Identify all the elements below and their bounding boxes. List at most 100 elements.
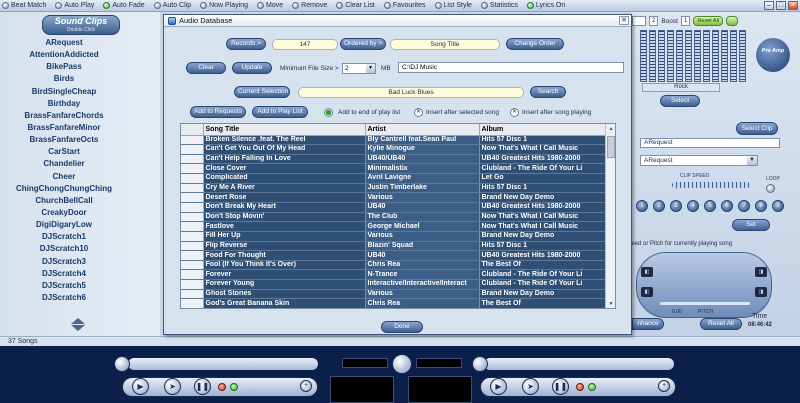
eq-band-slider[interactable] xyxy=(685,30,692,82)
sound-clip-item[interactable]: Birds xyxy=(0,73,128,85)
toolbar-toggle-auto-fade[interactable]: Auto Fade xyxy=(103,2,145,9)
table-scrollbar[interactable]: ▲ ▼ xyxy=(605,124,615,308)
eq-band-slider[interactable] xyxy=(658,30,665,82)
toolbar-toggle-statistics[interactable]: Statistics xyxy=(480,2,518,9)
deck-b-track-bar[interactable] xyxy=(484,358,674,370)
radio-insert-after-playing[interactable]: ✕ xyxy=(510,108,519,117)
row-selector[interactable] xyxy=(181,183,204,194)
eq-band-slider[interactable] xyxy=(676,30,683,82)
toggle-indicator-icon[interactable] xyxy=(2,2,9,9)
change-order-button[interactable]: Change Order xyxy=(506,38,564,50)
deck-b-disc-icon[interactable] xyxy=(472,356,488,372)
eq-band-slider[interactable] xyxy=(712,30,719,82)
deck-a-skip-icon[interactable]: ➤ xyxy=(164,378,181,395)
column-header-song-title[interactable]: Song Title xyxy=(203,124,366,136)
sound-clip-item[interactable]: DJScratch6 xyxy=(0,292,128,304)
min-file-size-select[interactable]: 2 ▼ xyxy=(342,63,376,74)
pitch-left-icon[interactable]: ◧ xyxy=(641,267,653,277)
deck-b-pause-icon[interactable]: ❚❚ xyxy=(552,378,569,395)
clip-slot-button[interactable]: 4 xyxy=(687,200,699,212)
clip-speed-slider[interactable] xyxy=(672,182,750,188)
table-row[interactable]: God's Great Banana Skin Chris Rea The Best… xyxy=(181,298,606,308)
row-selector[interactable] xyxy=(181,298,204,308)
close-icon[interactable]: × xyxy=(788,1,798,10)
clip-slot-button[interactable]: 6 xyxy=(721,200,733,212)
clip-slot-button[interactable]: 5 xyxy=(704,200,716,212)
eq-band-slider[interactable] xyxy=(667,30,674,82)
toolbar-toggle-lyrics-on[interactable]: Lyrics On xyxy=(526,2,565,9)
deck-a-add-icon[interactable]: + xyxy=(300,380,312,392)
toolbar-toggle-favourites[interactable]: Favourites xyxy=(383,2,426,9)
table-row[interactable]: Broken Silence .feat. The Reel Bly Cantre… xyxy=(181,135,606,146)
eq-band-slider[interactable] xyxy=(694,30,701,82)
eq-field[interactable] xyxy=(632,16,646,26)
eq-reset-button[interactable]: Reset All xyxy=(693,16,724,26)
table-row[interactable]: Ghost Stories Various Brand New Day Demo xyxy=(181,289,606,300)
table-row[interactable]: Forever Young Interactive/Interactive/Int… xyxy=(181,279,606,290)
sound-clip-item[interactable]: Cheer xyxy=(0,171,128,183)
select-preset-button[interactable]: Select xyxy=(660,95,700,107)
deck-a-play-icon[interactable]: ▶ xyxy=(132,378,149,395)
sound-clip-item[interactable]: BikePass xyxy=(0,61,128,73)
deck-a-stop-icon[interactable] xyxy=(218,383,226,391)
clip-slot-button[interactable]: 7 xyxy=(738,200,750,212)
crossfader-knob[interactable] xyxy=(392,354,412,374)
toggle-indicator-icon[interactable] xyxy=(383,2,391,9)
sound-clip-item[interactable]: BrassFanfareMinor xyxy=(0,122,128,134)
radio-insert-after-selected[interactable]: ✕ xyxy=(414,108,423,117)
row-selector[interactable] xyxy=(181,144,204,155)
deck-b-play-icon[interactable]: ▶ xyxy=(490,378,507,395)
sound-clip-item[interactable]: BirdSingleCheap xyxy=(0,86,128,98)
sound-clip-item[interactable]: ChingChongChungChing xyxy=(0,183,128,195)
table-row[interactable]: Don't Stop Movin' The Club Now That's What… xyxy=(181,212,606,223)
clip-slot-button[interactable]: 9 xyxy=(772,200,784,212)
search-button[interactable]: Search xyxy=(530,86,566,98)
set-button[interactable]: Set xyxy=(732,219,770,231)
scroll-thumb[interactable] xyxy=(607,136,615,158)
eq-band-slider[interactable] xyxy=(730,30,737,82)
row-selector[interactable] xyxy=(181,260,204,271)
table-row[interactable]: Don't Break My Heart UB40 UB40 Greatest Hi… xyxy=(181,202,606,213)
clip-list-scroller[interactable] xyxy=(70,318,86,331)
row-selector[interactable] xyxy=(181,202,204,213)
sound-clip-item[interactable]: DJScratch1 xyxy=(0,231,128,243)
row-selector[interactable] xyxy=(181,163,204,175)
sound-clip-item[interactable]: Chandelier xyxy=(0,158,128,170)
update-button[interactable]: Update xyxy=(232,62,272,74)
row-selector[interactable] xyxy=(181,192,204,203)
add-to-play-list-button[interactable]: Add to Play List xyxy=(252,106,308,118)
scroll-down-icon[interactable] xyxy=(71,325,85,331)
toggle-indicator-icon[interactable] xyxy=(153,2,161,9)
toggle-indicator-icon[interactable] xyxy=(336,2,344,9)
clip-slot-button[interactable]: 3 xyxy=(670,200,682,212)
add-to-requests-button[interactable]: Add to Requests xyxy=(190,106,246,118)
request-clip-select[interactable]: ARequest ▼ xyxy=(640,155,758,166)
pitch-right-icon[interactable]: ◨ xyxy=(755,267,767,277)
column-header-album[interactable]: Album xyxy=(479,124,606,136)
sound-clip-item[interactable]: DJScratch3 xyxy=(0,256,128,268)
sound-clip-item[interactable]: AttentionAddicted xyxy=(0,49,128,61)
scroll-up-icon[interactable] xyxy=(71,318,85,324)
minimize-icon[interactable]: – xyxy=(764,1,774,10)
table-row[interactable]: Can't Get You Out Of My Head Kylie Minogu… xyxy=(181,144,606,155)
deck-b-add-icon[interactable]: + xyxy=(658,380,670,392)
table-row[interactable]: Can't Help Falling In Love UB40/UB40 UB40 … xyxy=(181,154,606,165)
eq-band-slider[interactable] xyxy=(703,30,710,82)
reset-all-button[interactable]: Reset All xyxy=(700,318,742,330)
row-selector[interactable] xyxy=(181,212,204,223)
eq-band-slider[interactable] xyxy=(739,30,746,82)
eq-band-slider[interactable] xyxy=(640,30,647,82)
music-folder-field[interactable]: C:\DJ Music xyxy=(398,62,624,73)
toggle-indicator-icon[interactable] xyxy=(292,2,300,9)
speed-right-icon[interactable]: ◨ xyxy=(755,287,767,297)
clip-slot-button[interactable]: 2 xyxy=(653,200,665,212)
toggle-indicator-icon[interactable] xyxy=(257,2,265,9)
eq-value[interactable]: 2 xyxy=(649,16,659,26)
row-selector[interactable] xyxy=(181,241,204,252)
sound-clip-item[interactable]: ARequest xyxy=(0,37,128,49)
done-button[interactable]: Done xyxy=(381,321,423,333)
sound-clip-item[interactable]: CreakyDoor xyxy=(0,207,128,219)
sound-clip-item[interactable]: DJScratch4 xyxy=(0,268,128,280)
equalizer-sliders[interactable] xyxy=(640,30,760,82)
toggle-indicator-icon[interactable] xyxy=(434,2,442,9)
